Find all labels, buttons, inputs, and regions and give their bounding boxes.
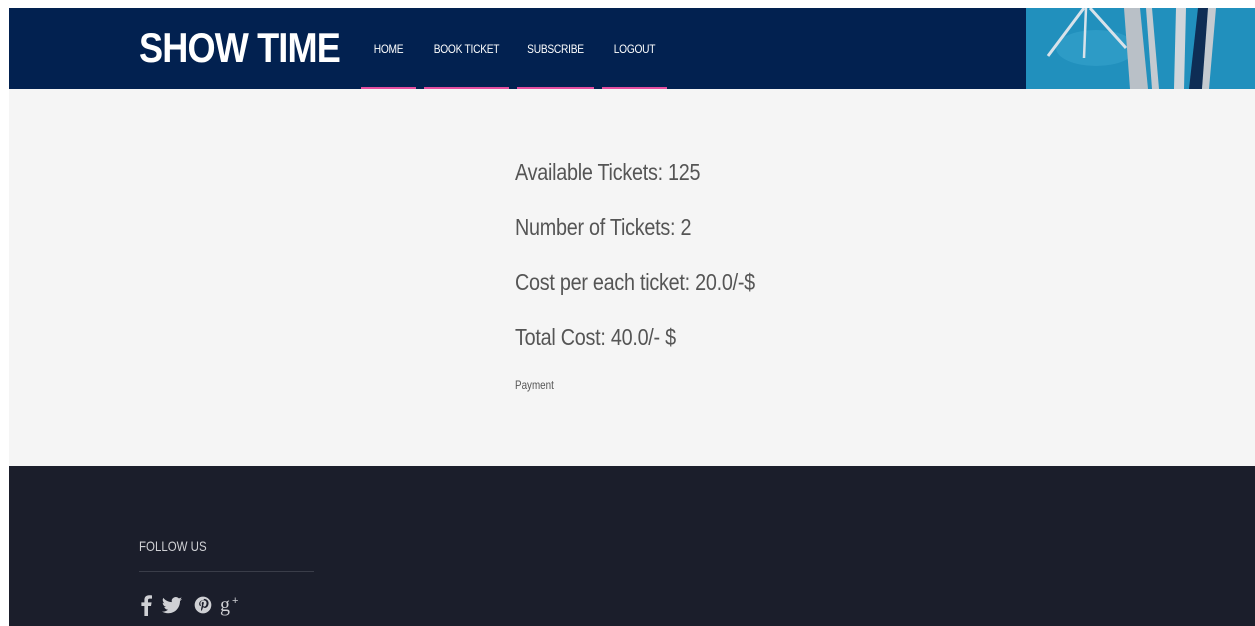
cost-per-ticket-text: Cost per each ticket: 20.0/-$ [515,269,755,295]
svg-text:g: g [220,594,230,616]
nav-book-ticket[interactable]: BOOK TICKET [424,8,509,89]
google-plus-icon[interactable]: g + [219,594,245,618]
available-tickets-text: Available Tickets: 125 [515,159,701,185]
nav-logout-underline [602,87,667,89]
nav-subscribe-label: SUBSCRIBE [527,42,584,56]
total-cost-text: Total Cost: 40.0/- $ [515,324,676,350]
pinterest-icon[interactable] [193,594,213,618]
nav-subscribe[interactable]: SUBSCRIBE [517,8,594,89]
facebook-icon[interactable] [139,594,159,618]
header-bar: SHOW TIME HOME BOOK TICKET SUBSCRIBE LOG… [9,8,1255,89]
nav-home[interactable]: HOME [361,8,416,89]
nav-logout-label: LOGOUT [613,42,656,56]
footer: FOLLOW US g + [9,466,1255,626]
nav-home-underline [361,87,416,89]
header-banner-image [1026,8,1255,89]
nav-logout[interactable]: LOGOUT [602,8,667,89]
page-frame: SHOW TIME HOME BOOK TICKET SUBSCRIBE LOG… [9,8,1255,626]
nav-subscribe-underline [517,87,594,89]
svg-text:+: + [232,595,238,607]
stage-lights-graphic [1026,8,1255,89]
footer-divider [139,571,314,572]
site-logo[interactable]: SHOW TIME [139,22,341,74]
nav-home-label: HOME [373,42,404,56]
follow-us-heading: FOLLOW US [139,538,207,554]
booking-summary: Available Tickets: 125 Number of Tickets… [515,156,794,394]
payment-link[interactable]: Payment [515,378,554,392]
twitter-icon[interactable] [161,594,183,618]
nav-book-ticket-label: BOOK TICKET [433,42,500,56]
nav-book-ticket-underline [424,87,509,89]
number-of-tickets-text: Number of Tickets: 2 [515,214,692,240]
